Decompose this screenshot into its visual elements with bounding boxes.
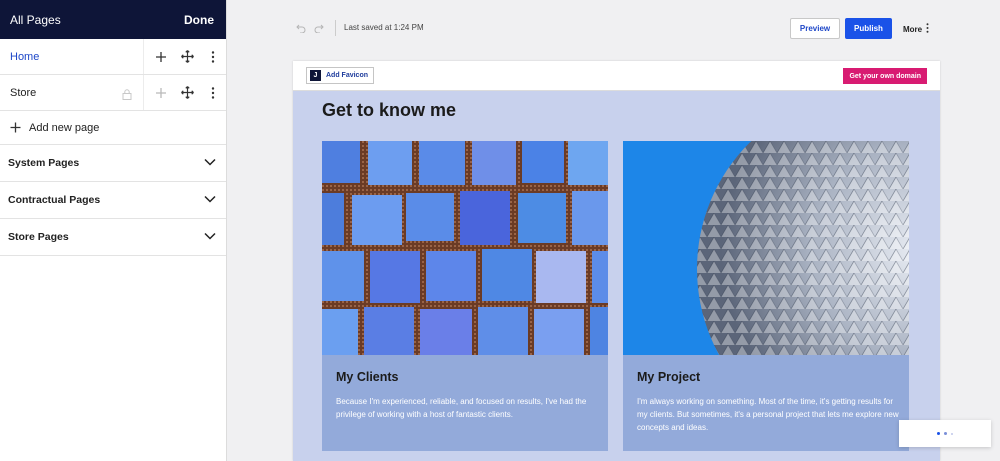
- publish-button[interactable]: Publish: [845, 18, 892, 39]
- loading-indicator: [899, 420, 991, 447]
- add-new-page-button[interactable]: Add new page: [0, 111, 226, 145]
- loading-dot: [951, 432, 953, 435]
- redo-icon[interactable]: [314, 20, 324, 38]
- card-my-clients[interactable]: My Clients Because I'm experienced, reli…: [322, 141, 608, 451]
- group-contractual-pages[interactable]: Contractual Pages: [0, 182, 226, 219]
- lock-icon: [122, 87, 132, 105]
- chevron-down-icon: [204, 194, 216, 206]
- sidebar-header: All Pages Done: [0, 0, 226, 39]
- undo-redo-group: [296, 20, 324, 38]
- chevron-down-icon: [204, 157, 216, 169]
- plus-icon: [10, 122, 21, 133]
- page-item-label: Home: [10, 50, 40, 63]
- card-body: Because I'm experienced, reliable, and f…: [336, 397, 587, 419]
- undo-icon[interactable]: [296, 20, 306, 38]
- kebab-menu-icon: [926, 23, 929, 35]
- site-preview-canvas[interactable]: J Add Favicon Get your own domain Get to…: [293, 61, 940, 461]
- group-label: System Pages: [8, 157, 80, 169]
- get-domain-button[interactable]: Get your own domain: [843, 68, 927, 84]
- group-system-pages[interactable]: System Pages: [0, 145, 226, 182]
- group-label: Contractual Pages: [8, 194, 101, 206]
- group-label: Store Pages: [8, 231, 69, 243]
- add-favicon-button[interactable]: J Add Favicon: [306, 67, 375, 84]
- sidebar-title: All Pages: [10, 12, 61, 27]
- page-actions: [143, 39, 226, 74]
- card-title: My Clients: [336, 370, 399, 384]
- more-menu-button[interactable]: More: [903, 23, 929, 35]
- card-body: I'm always working on something. Most of…: [637, 397, 899, 432]
- kebab-menu-icon[interactable]: [200, 75, 226, 111]
- section-title[interactable]: Get to know me: [322, 100, 456, 121]
- last-saved-status: Last saved at 1:24 PM: [335, 20, 424, 36]
- card-image-tiles: [322, 141, 608, 355]
- favicon-placeholder-icon: J: [310, 70, 321, 81]
- page-item-store[interactable]: Store: [0, 75, 226, 111]
- card-image-sphere: [623, 141, 909, 355]
- preview-button[interactable]: Preview: [790, 18, 840, 39]
- group-store-pages[interactable]: Store Pages: [0, 219, 226, 256]
- plus-icon[interactable]: [148, 75, 174, 111]
- card-title: My Project: [637, 370, 701, 384]
- move-arrows-icon[interactable]: [174, 75, 200, 111]
- move-arrows-icon[interactable]: [174, 39, 200, 75]
- chevron-down-icon: [204, 231, 216, 243]
- plus-icon[interactable]: [148, 39, 174, 75]
- editor-toolbar: Last saved at 1:24 PM Preview Publish Mo…: [228, 0, 1000, 58]
- kebab-menu-icon[interactable]: [200, 39, 226, 75]
- card-my-project[interactable]: My Project I'm always working on somethi…: [623, 141, 909, 451]
- more-label: More: [903, 24, 923, 34]
- add-favicon-label: Add Favicon: [326, 72, 369, 79]
- loading-dot: [937, 432, 940, 435]
- page-item-home[interactable]: Home: [0, 39, 226, 75]
- pages-sidebar: All Pages Done Home Store Add new page S…: [0, 0, 227, 461]
- site-header-bar: J Add Favicon Get your own domain: [293, 61, 940, 91]
- page-actions: [143, 75, 226, 110]
- add-new-page-label: Add new page: [29, 121, 100, 134]
- loading-dot: [944, 432, 947, 435]
- done-button[interactable]: Done: [184, 13, 214, 27]
